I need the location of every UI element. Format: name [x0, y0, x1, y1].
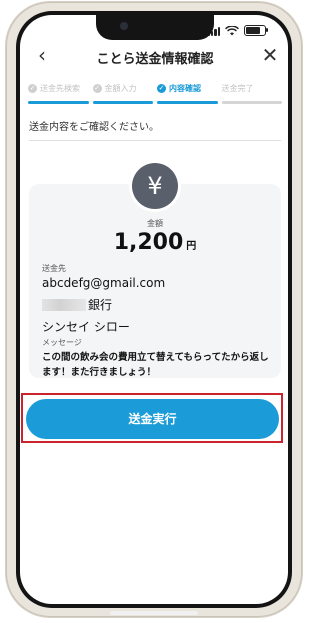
recipient-email: abcdefg@gmail.com [42, 276, 166, 290]
progress-stepper: ✓ 送金先検索 ✓ 金額入力 ✓ 内容確認 送金完了 [28, 80, 282, 106]
submit-transfer-button[interactable]: 送金実行 [26, 399, 279, 439]
recipient-label: 送金先 [42, 264, 66, 273]
check-icon: ✓ [28, 83, 37, 93]
amount-unit: 円 [186, 241, 197, 252]
step-label: 送金完了 [221, 83, 254, 93]
bank-name-mask [42, 298, 86, 311]
yen-icon: ¥ [132, 163, 178, 209]
step-amount: ✓ 金額入力 [92, 80, 153, 106]
wifi-icon [225, 25, 239, 35]
step-bar [221, 101, 282, 104]
step-bar [92, 101, 153, 104]
status-icons [207, 25, 268, 36]
bank-row: 銀行 [42, 296, 112, 313]
battery-icon [244, 25, 268, 36]
instruction-text: 送金内容をご確認ください。 [29, 122, 159, 133]
amount-value: 1,200 [113, 230, 184, 255]
camera-icon [120, 22, 128, 30]
step-label: 送金先検索 [40, 83, 80, 93]
check-icon: ✓ [157, 83, 166, 93]
step-complete: 送金完了 [221, 80, 282, 106]
check-icon: ✓ [92, 83, 102, 93]
divider [29, 140, 281, 141]
step-label: 金額入力 [104, 83, 137, 93]
message-text: この間の飲み会の費用立て替えてもらってたから返します！また行きましょう！ [42, 352, 269, 378]
account-name: シンセイ シロー [42, 320, 130, 334]
message-label: メッセージ [42, 338, 82, 347]
step-confirm: ✓ 内容確認 [157, 80, 218, 106]
chevron-left-icon[interactable]: ‹ [30, 44, 54, 68]
step-bar [28, 101, 89, 104]
notch [96, 15, 214, 40]
step-label: 内容確認 [169, 83, 201, 93]
page-title: ことら送金情報確認 [96, 52, 214, 67]
close-icon[interactable]: ✕ [258, 44, 282, 68]
amount-label: 金額 [147, 219, 163, 228]
home-indicator [110, 611, 198, 615]
bank-name: 銀行 [88, 298, 113, 312]
step-search: ✓ 送金先検索 [28, 80, 89, 106]
step-bar [157, 101, 218, 104]
amount-row: 1,200 円 [0, 230, 310, 255]
